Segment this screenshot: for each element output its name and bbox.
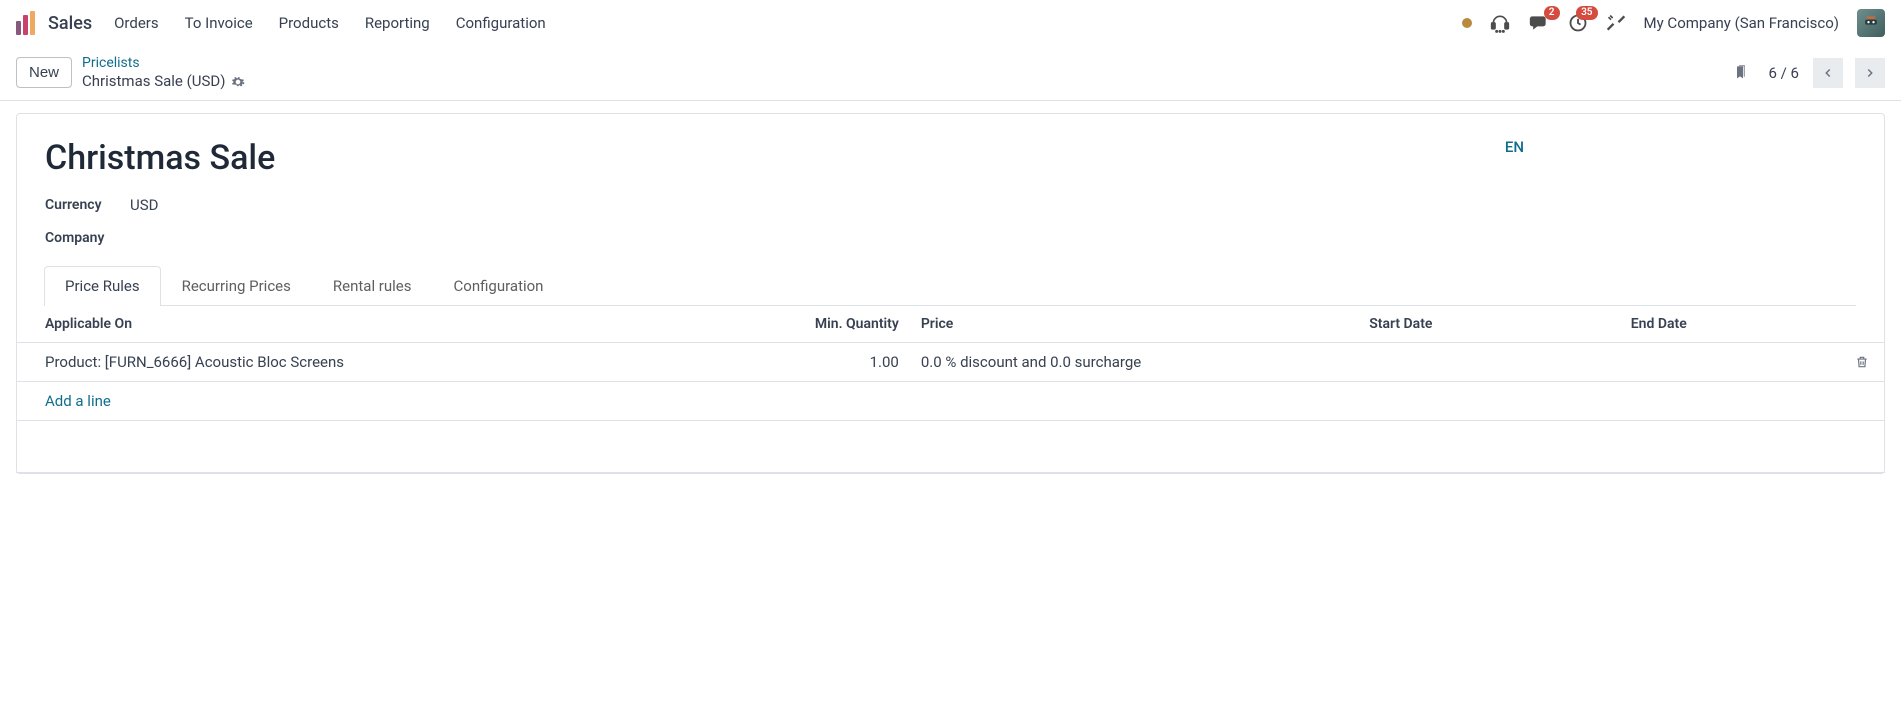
activities-icon[interactable]: 35 xyxy=(1568,13,1588,33)
col-start-date[interactable]: Start Date xyxy=(1361,306,1623,343)
user-avatar[interactable] xyxy=(1857,9,1885,37)
app-logo-icon[interactable] xyxy=(16,11,40,35)
tab-price-rules[interactable]: Price Rules xyxy=(44,266,161,306)
language-badge[interactable]: EN xyxy=(1505,138,1524,156)
topbar: Sales Orders To Invoice Products Reporti… xyxy=(0,0,1901,46)
debug-tools-icon[interactable] xyxy=(1606,13,1626,33)
field-currency-value[interactable]: USD xyxy=(130,196,158,214)
pager-prev-button[interactable] xyxy=(1813,58,1843,88)
grid-filler xyxy=(16,421,1885,473)
nav-to-invoice[interactable]: To Invoice xyxy=(175,8,263,38)
col-end-date[interactable]: End Date xyxy=(1623,306,1847,343)
pager-next-button[interactable] xyxy=(1855,58,1885,88)
field-currency: Currency USD xyxy=(45,196,1856,214)
bookmark-icon[interactable] xyxy=(1733,64,1749,82)
cell-end-date[interactable] xyxy=(1623,342,1847,381)
status-dot-icon[interactable] xyxy=(1462,18,1472,28)
pager-count[interactable]: 6 / 6 xyxy=(1769,64,1800,82)
topbar-right: 2 35 My Company (San Francisco) xyxy=(1462,9,1885,37)
breadcrumb-parent[interactable]: Pricelists xyxy=(82,54,245,72)
gear-icon[interactable] xyxy=(231,75,245,89)
cell-price[interactable]: 0.0 % discount and 0.0 surcharge xyxy=(913,342,1361,381)
app-name[interactable]: Sales xyxy=(48,13,92,34)
tabs: Price Rules Recurring Prices Rental rule… xyxy=(44,266,1856,306)
price-rules-grid: Applicable On Min. Quantity Price Start … xyxy=(16,306,1885,473)
breadcrumb: Pricelists Christmas Sale (USD) xyxy=(82,54,245,92)
col-price[interactable]: Price xyxy=(913,306,1361,343)
messages-badge: 2 xyxy=(1544,6,1560,20)
cell-applicable-on[interactable]: Product: [FURN_6666] Acoustic Bloc Scree… xyxy=(16,342,726,381)
breadcrumb-current: Christmas Sale (USD) xyxy=(82,72,225,92)
nav-menu: Orders To Invoice Products Reporting Con… xyxy=(104,8,556,38)
support-icon[interactable] xyxy=(1490,13,1510,33)
form-sheet: EN Christmas Sale Currency USD Company P… xyxy=(16,113,1885,474)
add-line-link[interactable]: Add a line xyxy=(16,382,1885,421)
tab-recurring-prices[interactable]: Recurring Prices xyxy=(161,266,312,305)
tab-configuration[interactable]: Configuration xyxy=(433,266,565,305)
field-company: Company xyxy=(45,230,1856,246)
nav-reporting[interactable]: Reporting xyxy=(355,8,440,38)
col-applicable-on[interactable]: Applicable On xyxy=(16,306,726,343)
horizontal-scrollbar[interactable] xyxy=(16,486,1885,502)
field-currency-label: Currency xyxy=(45,197,130,213)
nav-products[interactable]: Products xyxy=(269,8,349,38)
cell-min-qty[interactable]: 1.00 xyxy=(726,342,913,381)
delete-row-button[interactable] xyxy=(1847,342,1885,381)
activities-badge: 35 xyxy=(1576,6,1597,20)
record-title[interactable]: Christmas Sale xyxy=(45,138,1856,178)
nav-orders[interactable]: Orders xyxy=(104,8,169,38)
messages-icon[interactable]: 2 xyxy=(1528,13,1550,33)
cell-start-date[interactable] xyxy=(1361,342,1623,381)
table-row[interactable]: Product: [FURN_6666] Acoustic Bloc Scree… xyxy=(16,342,1885,381)
controlbar-right: 6 / 6 xyxy=(1733,58,1886,88)
col-min-qty[interactable]: Min. Quantity xyxy=(726,306,913,343)
field-company-label: Company xyxy=(45,230,130,246)
control-bar: New Pricelists Christmas Sale (USD) 6 / … xyxy=(0,46,1901,101)
new-button[interactable]: New xyxy=(16,57,72,88)
company-selector[interactable]: My Company (San Francisco) xyxy=(1644,14,1839,32)
tab-rental-rules[interactable]: Rental rules xyxy=(312,266,433,305)
nav-configuration[interactable]: Configuration xyxy=(446,8,556,38)
